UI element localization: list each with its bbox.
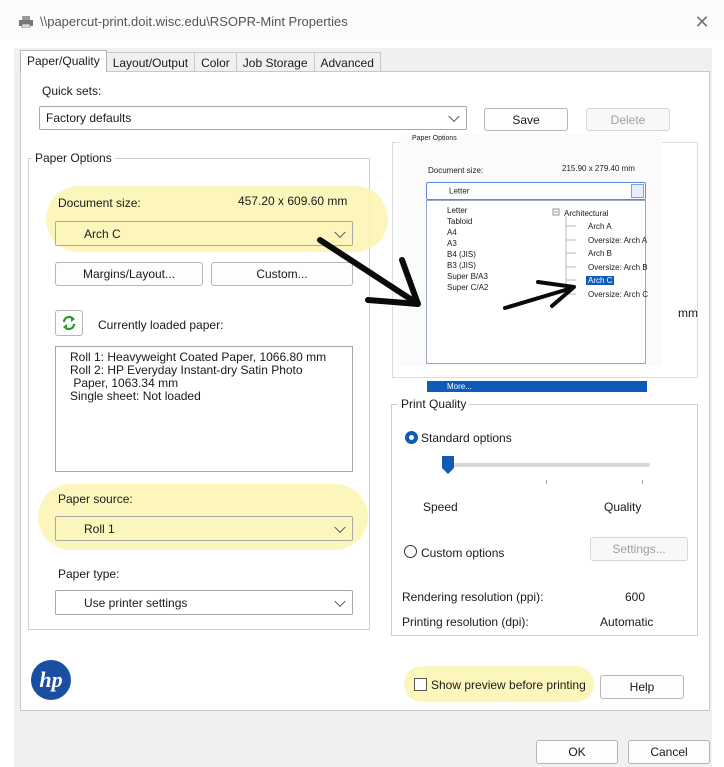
show-preview-label: Show preview before printing — [431, 678, 586, 692]
rendering-resolution-label: Rendering resolution (ppi): — [402, 590, 544, 604]
quality-slider-thumb[interactable] — [441, 455, 455, 475]
cancel-button[interactable]: Cancel — [628, 740, 710, 764]
help-button[interactable]: Help — [600, 675, 684, 699]
show-preview-checkbox[interactable] — [414, 678, 427, 691]
annotation-arrows — [317, 237, 576, 310]
slider-tick — [546, 480, 547, 484]
properties-dialog: \\papercut-print.doit.wisc.edu\RSOPR-Min… — [0, 0, 724, 767]
arrow-large-icon — [317, 237, 421, 307]
custom-options-label: Custom options — [421, 546, 505, 560]
print-quality-title: Print Quality — [398, 397, 470, 411]
slider-tick — [642, 480, 643, 484]
speed-label: Speed — [423, 500, 458, 514]
arrow-small-icon — [503, 280, 576, 310]
quality-label: Quality — [604, 500, 642, 514]
printing-resolution-value: Automatic — [600, 615, 654, 629]
ok-button[interactable]: OK — [536, 740, 618, 764]
custom-options-radio[interactable] — [404, 545, 417, 558]
settings-button[interactable]: Settings... — [590, 537, 688, 561]
rendering-resolution-value: 600 — [625, 590, 646, 604]
tab-paper-quality[interactable]: Paper/Quality — [20, 50, 107, 72]
printing-resolution-label: Printing resolution (dpi): — [402, 615, 529, 629]
quality-slider-track[interactable] — [446, 463, 650, 467]
hp-logo-icon: hp — [31, 660, 71, 700]
standard-options-radio[interactable] — [405, 431, 418, 444]
standard-options-label: Standard options — [421, 431, 512, 445]
